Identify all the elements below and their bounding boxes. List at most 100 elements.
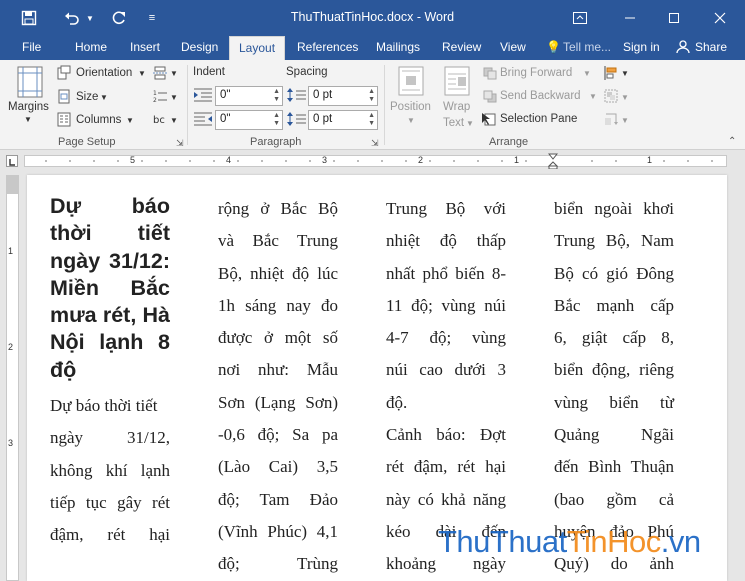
spacing-before-input[interactable]: 0 pt ▲ ▼ [308, 86, 378, 106]
margins-button[interactable]: Margins [8, 101, 49, 113]
wrap-text-button[interactable]: Wrap [443, 101, 470, 113]
spacing-after-input[interactable]: 0 pt ▲ ▼ [308, 110, 378, 130]
document-page[interactable]: Dự báo thời tiết ngày 31/12: Miền Bắc mư… [27, 175, 727, 581]
columns-icon[interactable] [57, 112, 71, 130]
vruler-mark: 3 [8, 438, 14, 448]
text-line: 4-7 độ; vùng [386, 328, 506, 348]
rotate-dropdown-icon: ▼ [621, 116, 629, 125]
text-line: Sơn (Lạng Sơn) [218, 392, 338, 412]
column-4: biển ngoài khơi Trung Bộ, Nam Bộ có gió … [554, 193, 674, 581]
maximize-icon[interactable] [654, 0, 694, 36]
align-icon[interactable] [604, 66, 618, 83]
ribbon-display-options-icon[interactable] [560, 0, 600, 36]
text-line: biển động, riêng [554, 360, 674, 380]
horizontal-ruler[interactable]: 5 4 3 2 1 1 [0, 151, 745, 171]
text-line: Cảnh báo: Đợt [386, 425, 506, 445]
ruler-mark: 1 [647, 155, 653, 165]
indent-left-spinner-icon[interactable]: ▲ ▼ [273, 88, 280, 104]
ribbon-tabs: File Home Insert Design Layout Reference… [0, 36, 745, 61]
tab-layout[interactable]: Layout [229, 36, 286, 61]
size-dropdown-icon: ▼ [100, 93, 108, 102]
share-user-icon[interactable] [676, 40, 690, 56]
indent-right-spinner-icon[interactable]: ▲ ▼ [273, 112, 280, 128]
tab-review[interactable]: Review [442, 40, 481, 54]
title-bar: ▼ ≡ ThuThuatTinHoc.docx - Word [0, 0, 745, 36]
ruler-mark: 5 [130, 155, 136, 165]
indent-left-input[interactable]: 0" ▲ ▼ [215, 86, 283, 106]
breaks-icon[interactable] [153, 66, 167, 83]
line-numbers-icon[interactable]: 12 [153, 89, 167, 106]
text-line: độ; Trùng [218, 554, 338, 574]
tab-insert[interactable]: Insert [130, 40, 160, 54]
group-separator [187, 65, 188, 145]
columns-button[interactable]: Columns [76, 114, 121, 126]
bring-forward-button[interactable]: Bring Forward [500, 67, 572, 79]
text-line: (Vĩnh Phúc) 4,1 [218, 521, 338, 541]
tab-file[interactable]: File [22, 40, 41, 54]
margins-dropdown-icon[interactable]: ▼ [24, 115, 32, 124]
orientation-button[interactable]: Orientation [76, 67, 132, 79]
hyphenation-icon[interactable]: bc [153, 112, 167, 129]
text-line: ngày 31/12, [50, 428, 170, 448]
article-heading: Dự báo thời tiết ngày 31/12: Miền Bắc mư… [50, 194, 170, 382]
tab-view[interactable]: View [500, 40, 526, 54]
selection-pane-button[interactable]: Selection Pane [500, 113, 577, 125]
collapse-ribbon-icon[interactable]: ⌃ [728, 136, 736, 147]
spacing-after-spinner-icon[interactable]: ▲ ▼ [368, 112, 375, 128]
position-button[interactable]: Position [390, 101, 431, 113]
position-dropdown-icon: ▼ [407, 116, 415, 125]
bring-forward-dropdown-icon: ▼ [583, 69, 591, 78]
text-line: vùng biển từ [554, 392, 674, 412]
close-icon[interactable] [700, 0, 740, 36]
tell-me-icon[interactable]: 💡 [546, 40, 561, 54]
ruler-mark: 1 [514, 155, 520, 165]
indent-marker-icon[interactable] [547, 153, 559, 172]
size-button[interactable]: Size [76, 91, 98, 103]
tab-mailings[interactable]: Mailings [376, 40, 420, 54]
tab-selector-icon[interactable] [6, 155, 18, 167]
text-line: 6, giật cấp 8, [554, 328, 674, 348]
column-1: Dự báo thời tiết ngày 31/12: Miền Bắc mư… [50, 193, 170, 552]
column-3: Trung Bộ với nhiệt độ thấp nhất phổ biến… [386, 193, 506, 581]
text-line: 11 độ; vùng núi [386, 295, 506, 315]
position-icon[interactable] [398, 66, 424, 99]
spacing-after-icon [287, 111, 307, 130]
indent-right-input[interactable]: 0" ▲ ▼ [215, 110, 283, 130]
indent-label: Indent [193, 66, 225, 78]
minimize-icon[interactable] [610, 0, 650, 36]
ruler-mark: 2 [418, 155, 424, 165]
ruler-mark: 4 [226, 155, 232, 165]
tab-design[interactable]: Design [181, 40, 218, 54]
margins-icon[interactable] [15, 66, 45, 101]
text-line: đến Bình Thuận [554, 457, 674, 477]
text-line: (bao gồm cả [554, 489, 674, 509]
align-dropdown-icon: ▼ [621, 69, 629, 78]
sign-in-link[interactable]: Sign in [623, 40, 660, 54]
send-backward-dropdown-icon: ▼ [589, 92, 597, 101]
size-icon[interactable] [57, 89, 71, 107]
tab-references[interactable]: References [297, 40, 358, 54]
wrap-text-button-line2[interactable]: Text [443, 117, 464, 129]
site-watermark: ThuThuatTinHoc.vn [438, 524, 701, 560]
spacing-label: Spacing [286, 66, 328, 78]
text-line: Trung Bộ với [386, 199, 506, 218]
text-line: nhất phổ biến 8- [386, 263, 506, 283]
svg-text:bc: bc [153, 115, 165, 126]
share-button[interactable]: Share [695, 40, 727, 54]
orientation-icon[interactable] [57, 65, 71, 83]
spacing-before-spinner-icon[interactable]: ▲ ▼ [368, 88, 375, 104]
group-objects-icon [604, 89, 618, 106]
selection-pane-icon[interactable] [481, 112, 497, 130]
paragraph-group-label: Paragraph [250, 136, 302, 148]
text-line: tiếp tục gây rét [50, 492, 170, 512]
wrap-text-icon[interactable] [444, 66, 470, 99]
text-line: 1h sáng nay đo [218, 295, 338, 315]
page-setup-launcher-icon[interactable]: ⇲ [176, 138, 184, 149]
text-line: Quảng Ngãi [554, 425, 674, 445]
vertical-ruler[interactable]: 1 2 3 [6, 175, 19, 581]
paragraph-launcher-icon[interactable]: ⇲ [371, 138, 379, 149]
vruler-margin [7, 176, 18, 194]
tell-me-box[interactable]: Tell me... [563, 40, 611, 54]
send-backward-button[interactable]: Send Backward [500, 90, 581, 102]
tab-home[interactable]: Home [75, 40, 107, 54]
